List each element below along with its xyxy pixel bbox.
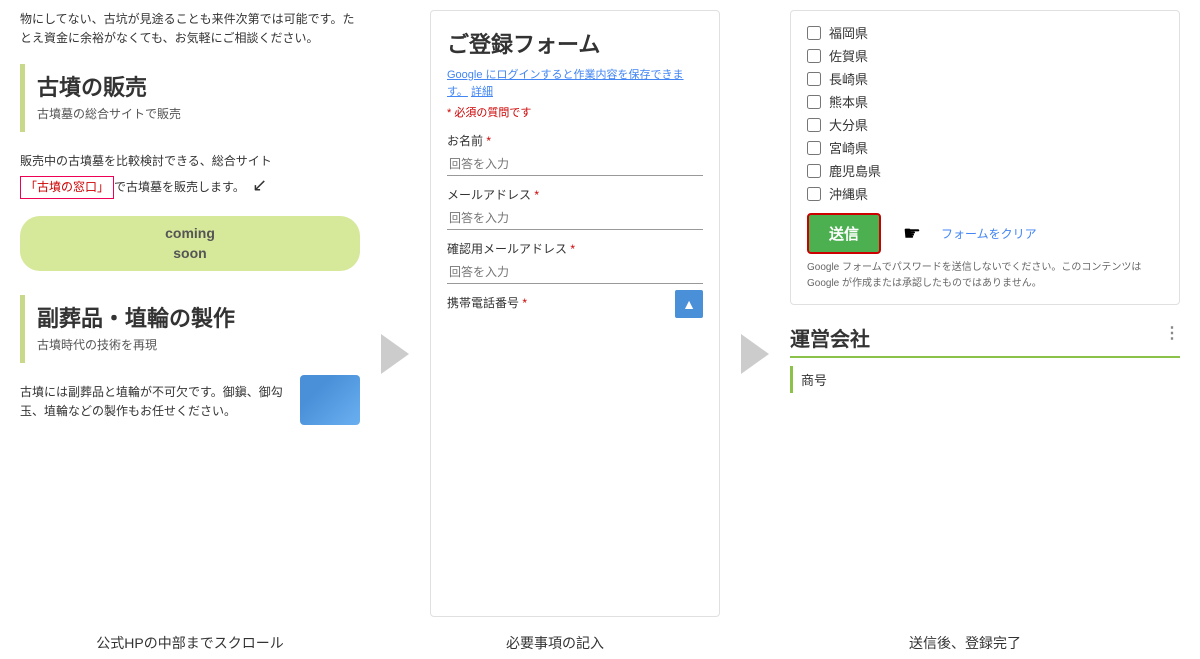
arrow-shape-1 xyxy=(381,334,409,374)
scroll-up-button[interactable]: ▲ xyxy=(675,290,703,318)
checkbox-kagoshima-input[interactable] xyxy=(807,164,821,178)
prefecture-checkbox-form: 福岡県 佐賀県 長崎県 熊本県 大分県 xyxy=(790,10,1180,305)
google-note-link[interactable]: 詳細 xyxy=(471,86,493,98)
field-phone-label: 携帯電話番号 * ▲ xyxy=(447,294,703,311)
bottom-spacer-2 xyxy=(700,633,750,653)
checkbox-nagasaki[interactable]: 長崎県 xyxy=(807,69,1163,88)
checkbox-miyazaki-label: 宮崎県 xyxy=(829,138,868,157)
checkbox-miyazaki-input[interactable] xyxy=(807,141,821,155)
section1-desc: 販売中の古墳墓を比較検討できる、総合サイト 「古墳の窓口」で古墳墓を販売します。… xyxy=(20,152,360,200)
checkbox-oita[interactable]: 大分県 xyxy=(807,115,1163,134)
right-column: 福岡県 佐賀県 長崎県 熊本県 大分県 xyxy=(790,10,1180,617)
checkbox-kagoshima-label: 鹿児島県 xyxy=(829,161,881,180)
more-icon[interactable]: ⋮ xyxy=(1164,323,1180,343)
bottom-spacer-1 xyxy=(360,633,410,653)
bottom-label-fill: 必要事項の記入 xyxy=(410,633,700,653)
bottom-labels-row: 公式HPの中部までスクロール 必要事項の記入 送信後、登録完了 xyxy=(0,627,1200,659)
checkbox-list: 福岡県 佐賀県 長崎県 熊本県 大分県 xyxy=(807,23,1163,203)
section2-desc-area: 古墳には副葬品と埴輪が不可欠です。御鎭、御勾玉、埴輪などの製作もお任せください。 xyxy=(20,375,360,429)
checkbox-fukuoka-label: 福岡県 xyxy=(829,23,868,42)
section-fusohin: 副葬品・埴輪の製作 古墳時代の技術を再現 xyxy=(20,295,360,363)
checkbox-saga-label: 佐賀県 xyxy=(829,46,868,65)
cursor-hand-icon: ☛ xyxy=(903,221,921,246)
arrow-2 xyxy=(730,10,780,617)
arrow-shape-2 xyxy=(741,334,769,374)
checkbox-saga-input[interactable] xyxy=(807,49,821,63)
google-disclaimer: Google フォームでパスワードを送信しないでください。このコンテンツは Go… xyxy=(807,260,1163,292)
section1-desc2: で古墳墓を販売します。 xyxy=(114,180,245,194)
checkbox-saga[interactable]: 佐賀県 xyxy=(807,46,1163,65)
section1-desc1: 販売中の古墳墓を比較検討できる、総合サイト xyxy=(20,154,272,168)
checkbox-nagasaki-input[interactable] xyxy=(807,72,821,86)
section1-title: 古墳の販売 xyxy=(37,74,348,103)
checkbox-kumamoto[interactable]: 熊本県 xyxy=(807,92,1163,111)
checkbox-nagasaki-label: 長崎県 xyxy=(829,69,868,88)
cursor-icon: ↙ xyxy=(252,171,267,200)
checkbox-fukuoka-input[interactable] xyxy=(807,26,821,40)
company-section: 運営会社 ⋮ 商号 xyxy=(790,323,1180,393)
checkbox-okinawa-label: 沖縄県 xyxy=(829,184,868,203)
bottom-label-scroll: 公式HPの中部までスクロール xyxy=(20,633,360,653)
kofun-link[interactable]: 「古墳の窓口」 xyxy=(20,176,114,199)
checkbox-kagoshima[interactable]: 鹿児島県 xyxy=(807,161,1163,180)
submit-row: 送信 ☛ フォームをクリア xyxy=(807,213,1163,254)
registration-form-card: ご登録フォーム Google にログインすると作業内容を保存できます。 詳細 *… xyxy=(430,10,720,617)
company-title: 運営会社 ⋮ xyxy=(790,323,1180,358)
section-kofun-sales: 古墳の販売 古墳墓の総合サイトで販売 xyxy=(20,64,360,132)
middle-column: ご登録フォーム Google にログインすると作業内容を保存できます。 詳細 *… xyxy=(430,10,720,617)
coming-soon-button[interactable]: coming soon xyxy=(20,216,360,271)
required-note: * 必須の質問です xyxy=(447,104,703,120)
section2-title: 副葬品・埴輪の製作 xyxy=(37,305,348,334)
section1-subtitle: 古墳墓の総合サイトで販売 xyxy=(37,105,348,122)
checkbox-kumamoto-input[interactable] xyxy=(807,95,821,109)
checkbox-fukuoka[interactable]: 福岡県 xyxy=(807,23,1163,42)
company-label: 商号 xyxy=(790,366,1180,393)
field-email-label: メールアドレス * xyxy=(447,186,703,203)
section2-image xyxy=(300,375,360,425)
field-email: メールアドレス * xyxy=(447,186,703,230)
section2-subtitle: 古墳時代の技術を再現 xyxy=(37,336,348,353)
left-top-text: 物にしてない、古坑が見途ることも来件次第では可能です。たとえ資金に余裕がなくても… xyxy=(20,10,360,64)
checkbox-oita-label: 大分県 xyxy=(829,115,868,134)
field-phone: 携帯電話番号 * ▲ xyxy=(447,294,703,318)
submit-button[interactable]: 送信 xyxy=(807,213,881,254)
bottom-label-complete: 送信後、登録完了 xyxy=(750,633,1180,653)
field-email-input[interactable] xyxy=(447,207,703,230)
field-email-confirm-label: 確認用メールアドレス * xyxy=(447,240,703,257)
checkbox-miyazaki[interactable]: 宮崎県 xyxy=(807,138,1163,157)
form-title: ご登録フォーム xyxy=(447,27,703,59)
field-name: お名前 * xyxy=(447,132,703,176)
checkbox-okinawa-input[interactable] xyxy=(807,187,821,201)
clear-form-link[interactable]: フォームをクリア xyxy=(941,225,1037,242)
arrow-1 xyxy=(370,10,420,617)
field-email-confirm: 確認用メールアドレス * xyxy=(447,240,703,284)
checkbox-okinawa[interactable]: 沖縄県 xyxy=(807,184,1163,203)
google-note: Google にログインすると作業内容を保存できます。 詳細 xyxy=(447,67,703,100)
checkbox-kumamoto-label: 熊本県 xyxy=(829,92,868,111)
left-column: 物にしてない、古坑が見途ることも来件次第では可能です。たとえ資金に余裕がなくても… xyxy=(20,10,360,617)
checkbox-oita-input[interactable] xyxy=(807,118,821,132)
field-name-label: お名前 * xyxy=(447,132,703,149)
field-email-confirm-input[interactable] xyxy=(447,261,703,284)
field-name-input[interactable] xyxy=(447,153,703,176)
